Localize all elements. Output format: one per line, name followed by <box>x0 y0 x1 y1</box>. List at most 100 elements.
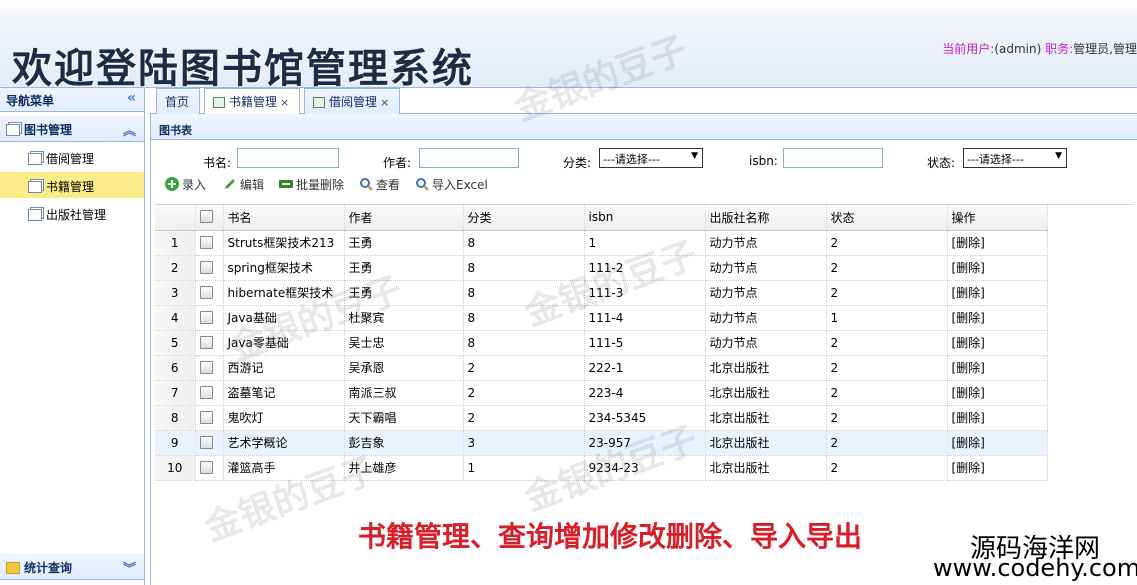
row-checkbox[interactable] <box>195 455 224 481</box>
table-cell: 111-5 <box>584 330 706 356</box>
row-number: 1 <box>155 230 196 256</box>
close-icon[interactable]: × <box>380 96 389 109</box>
row-checkbox[interactable] <box>195 330 224 356</box>
table-cell: 鬼吹灯 <box>223 405 345 431</box>
table-cell: 天下霸唱 <box>344 405 464 431</box>
brand-url: www.codehy.com <box>933 554 1137 582</box>
table-row[interactable]: 6 西游记 吴承恩 2 222-1 北京出版社 2 [删除] <box>155 355 1048 381</box>
column-header[interactable]: isbn <box>584 205 706 231</box>
table-cell: 2 <box>463 405 585 431</box>
table-row[interactable]: 1 Struts框架技术213 王勇 8 1 动力节点 2 [删除] <box>155 230 1048 256</box>
table-cell: 井上雄彦 <box>344 455 464 481</box>
promo-caption: 书籍管理、查询增加修改删除、导入导出 <box>358 520 863 553</box>
row-checkbox[interactable] <box>195 405 224 431</box>
view-button[interactable]: 查看 <box>359 176 400 193</box>
tab-books[interactable]: 书籍管理 × <box>204 88 300 115</box>
table-cell: 2 <box>826 455 948 481</box>
row-checkbox[interactable] <box>195 230 224 256</box>
author-input[interactable] <box>419 148 519 168</box>
row-checkbox[interactable] <box>195 430 224 456</box>
column-header[interactable]: 分类 <box>463 205 585 231</box>
category-select[interactable]: ---请选择--- ▼ <box>599 148 703 168</box>
table-row[interactable]: 2 spring框架技术 王勇 8 111-2 动力节点 2 [删除] <box>155 255 1048 281</box>
dropdown-arrow-icon: ▼ <box>1055 151 1062 161</box>
role-value: 管理员,管理 <box>1073 42 1137 56</box>
sidebar-item-label: 书籍管理 <box>46 180 95 194</box>
table-cell: 彭吉象 <box>344 430 464 456</box>
row-number: 4 <box>155 305 196 331</box>
table-cell: 西游记 <box>223 355 345 381</box>
edit-button[interactable]: 编辑 <box>223 176 264 193</box>
collapse-icon[interactable]: « <box>127 90 136 106</box>
row-checkbox[interactable] <box>195 280 224 306</box>
nav-title: 导航菜单 <box>6 94 55 108</box>
table-cell: 灌篮高手 <box>223 455 345 481</box>
delete-link[interactable]: [删除] <box>947 230 1048 256</box>
column-header[interactable]: 作者 <box>344 205 464 231</box>
row-number: 3 <box>155 280 196 306</box>
add-icon <box>165 177 179 191</box>
table-cell: 223-4 <box>584 380 706 406</box>
delete-link[interactable]: [删除] <box>947 330 1048 356</box>
nav-group-label: 图书管理 <box>24 123 73 137</box>
chevron-up-icon[interactable]: ︽ <box>123 120 136 139</box>
row-checkbox[interactable] <box>195 255 224 281</box>
table-cell: Java零基础 <box>223 330 345 356</box>
delete-link[interactable]: [删除] <box>947 355 1048 381</box>
sidebar-item-borrow[interactable]: 借阅管理 <box>0 144 144 170</box>
sidebar-item-publisher[interactable]: 出版社管理 <box>0 200 144 226</box>
table-cell: 8 <box>463 305 585 331</box>
folder-icon <box>6 562 20 574</box>
row-checkbox[interactable] <box>195 355 224 381</box>
row-number: 2 <box>155 255 196 281</box>
table-cell: hibernate框架技术 <box>223 280 345 306</box>
table-row[interactable]: 9 艺术学概论 彭吉象 3 23-957 北京出版社 2 [删除] <box>155 430 1048 456</box>
chevron-down-icon[interactable]: ︾ <box>123 558 136 577</box>
column-header[interactable]: 书名 <box>223 205 345 231</box>
column-header[interactable]: 状态 <box>826 205 948 231</box>
delete-link[interactable]: [删除] <box>947 455 1048 481</box>
table-row[interactable]: 4 Java基础 杜聚宾 8 111-4 动力节点 1 [删除] <box>155 305 1048 331</box>
row-checkbox[interactable] <box>195 380 224 406</box>
table-row[interactable]: 10 灌篮高手 井上雄彦 1 9234-23 北京出版社 2 [删除] <box>155 455 1048 481</box>
column-header[interactable]: 操作 <box>947 205 1048 231</box>
table-row[interactable]: 3 hibernate框架技术 王勇 8 111-3 动力节点 2 [删除] <box>155 280 1048 306</box>
table-cell: 8 <box>463 255 585 281</box>
delete-link[interactable]: [删除] <box>947 280 1048 306</box>
add-label: 录入 <box>182 178 207 192</box>
close-icon[interactable]: × <box>280 96 289 109</box>
category-label: 分类: <box>563 156 592 170</box>
import-excel-button[interactable]: 导入Excel <box>415 176 488 193</box>
delete-link[interactable]: [删除] <box>947 405 1048 431</box>
batch-delete-button[interactable]: 批量删除 <box>279 176 344 193</box>
table-row[interactable]: 5 Java零基础 吴士忠 8 111-5 动力节点 2 [删除] <box>155 330 1048 356</box>
nav-group-book-management[interactable]: 图书管理 ︽ <box>0 116 144 142</box>
delete-link[interactable]: [删除] <box>947 430 1048 456</box>
row-number: 9 <box>155 430 196 456</box>
status-select[interactable]: ---请选择--- ▼ <box>963 148 1067 168</box>
sidebar-item-books[interactable]: 书籍管理 <box>0 172 144 198</box>
table-cell: 2 <box>826 380 948 406</box>
table-cell: 111-2 <box>584 255 706 281</box>
column-header[interactable]: 出版社名称 <box>705 205 827 231</box>
select-all-checkbox[interactable] <box>195 205 224 231</box>
delete-link[interactable]: [删除] <box>947 380 1048 406</box>
isbn-input[interactable] <box>783 148 883 168</box>
add-button[interactable]: 录入 <box>165 176 206 193</box>
row-checkbox[interactable] <box>195 305 224 331</box>
nav-header: 导航菜单 « <box>0 88 144 112</box>
table-cell: 吴士忠 <box>344 330 464 356</box>
delete-link[interactable]: [删除] <box>947 255 1048 281</box>
tab-borrow[interactable]: 借阅管理 × <box>304 88 400 114</box>
table-row[interactable]: 7 盗墓笔记 南派三叔 2 223-4 北京出版社 2 [删除] <box>155 380 1048 406</box>
delete-icon <box>279 180 293 188</box>
rownum-header <box>155 205 196 231</box>
table-row[interactable]: 8 鬼吹灯 天下霸唱 2 234-5345 北京出版社 2 [删除] <box>155 405 1048 431</box>
tab-home[interactable]: 首页 <box>156 88 200 114</box>
nav-group-statistics[interactable]: 统计查询 ︾ <box>0 554 144 580</box>
status-select-value: ---请选择--- <box>967 153 1024 166</box>
bookname-input[interactable] <box>237 148 339 168</box>
table-cell: 2 <box>826 405 948 431</box>
tab-label: 首页 <box>165 95 190 109</box>
delete-link[interactable]: [删除] <box>947 305 1048 331</box>
